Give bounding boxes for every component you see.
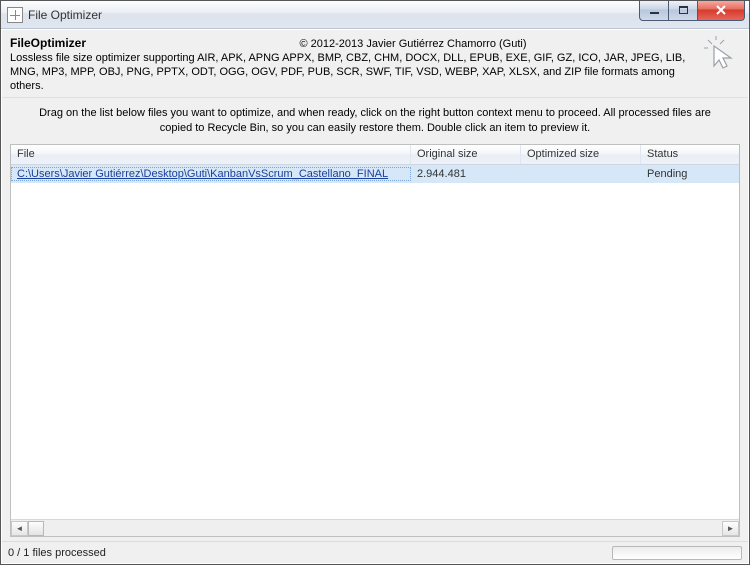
column-file[interactable]: File bbox=[11, 145, 411, 164]
column-optimized-size[interactable]: Optimized size bbox=[521, 145, 641, 164]
app-window: File Optimizer FileOptimizer © 2012-2013… bbox=[0, 0, 750, 565]
progress-bar bbox=[612, 546, 742, 560]
column-original-size[interactable]: Original size bbox=[411, 145, 521, 164]
cell-file[interactable]: C:\Users\Javier Gutiérrez\Desktop\Guti\K… bbox=[11, 167, 411, 181]
titlebar[interactable]: File Optimizer bbox=[1, 1, 749, 29]
scroll-right-button[interactable]: ► bbox=[722, 521, 739, 536]
description: Lossless file size optimizer supporting … bbox=[10, 52, 740, 93]
statusbar: 0 / 1 files processed bbox=[2, 541, 748, 563]
header-block: FileOptimizer © 2012-2013 Javier Gutiérr… bbox=[2, 30, 748, 97]
cursor-logo-icon bbox=[704, 36, 738, 70]
copyright: © 2012-2013 Javier Gutiérrez Chamorro (G… bbox=[86, 38, 740, 50]
minimize-button[interactable] bbox=[639, 1, 669, 21]
client-area: FileOptimizer © 2012-2013 Javier Gutiérr… bbox=[2, 30, 748, 563]
close-icon bbox=[715, 5, 727, 15]
app-icon bbox=[7, 7, 23, 23]
column-status[interactable]: Status bbox=[641, 145, 739, 164]
scroll-thumb[interactable] bbox=[28, 521, 44, 536]
horizontal-scrollbar[interactable]: ◄ ► bbox=[11, 519, 739, 536]
status-text: 0 / 1 files processed bbox=[8, 547, 106, 559]
grid-header[interactable]: File Original size Optimized size Status bbox=[11, 145, 739, 165]
grid-body[interactable]: C:\Users\Javier Gutiérrez\Desktop\Guti\K… bbox=[11, 165, 739, 519]
window-title: File Optimizer bbox=[28, 8, 102, 22]
cell-original-size: 2.944.481 bbox=[411, 168, 521, 180]
maximize-button[interactable] bbox=[668, 1, 698, 21]
file-grid[interactable]: File Original size Optimized size Status… bbox=[10, 144, 740, 537]
window-controls bbox=[640, 1, 749, 21]
cell-status: Pending bbox=[641, 168, 739, 180]
scroll-left-button[interactable]: ◄ bbox=[11, 521, 28, 536]
close-button[interactable] bbox=[697, 1, 745, 21]
instructions: Drag on the list below files you want to… bbox=[2, 97, 748, 144]
app-name: FileOptimizer bbox=[10, 36, 86, 50]
table-row[interactable]: C:\Users\Javier Gutiérrez\Desktop\Guti\K… bbox=[11, 165, 739, 183]
